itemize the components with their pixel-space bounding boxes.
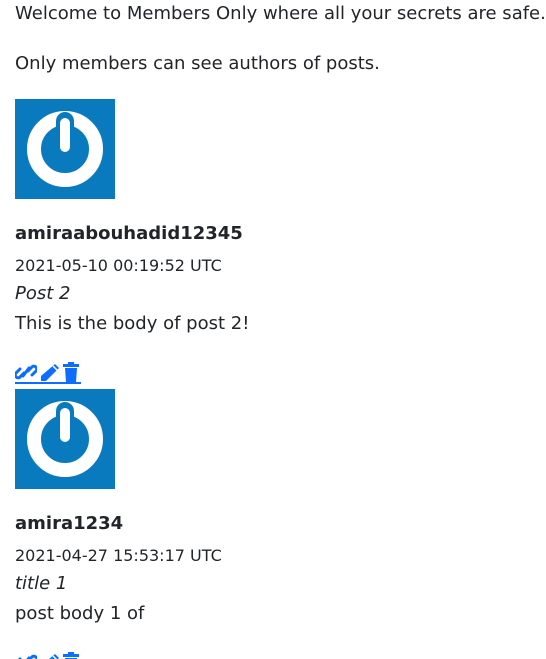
post-card: amiraabouhadid12345 2021-05-10 00:19:52 … [15,99,535,384]
post-delete-button[interactable] [61,362,81,384]
post-timestamp: 2021-04-27 15:53:17 UTC [15,546,222,565]
post-body: post body 1 of [15,603,145,624]
power-icon [27,401,103,477]
welcome-text: Welcome to Members Only where all your s… [15,3,546,24]
power-icon [27,111,103,187]
post-title: Post 2 [15,283,71,304]
post-link-button[interactable] [15,652,37,659]
avatar [15,389,115,489]
post-delete-button[interactable] [61,652,81,659]
post-edit-button[interactable] [37,652,61,659]
post-timestamp: 2021-05-10 00:19:52 UTC [15,256,222,275]
post-card: amira1234 2021-04-27 15:53:17 UTC title … [15,389,535,659]
link-icon [17,654,37,659]
post-edit-button[interactable] [37,362,61,384]
post-actions [15,652,81,659]
pencil-icon [41,364,59,381]
trash-icon [63,362,79,382]
trash-icon [63,652,79,659]
pencil-icon [49,654,59,659]
post-title: title 1 [15,573,68,594]
post-link-button[interactable] [15,362,37,384]
link-icon [15,364,37,380]
post-author: amira1234 [15,513,124,534]
avatar [15,99,115,199]
post-author: amiraabouhadid12345 [15,223,243,244]
members-note: Only members can see authors of posts. [15,53,380,74]
post-actions [15,362,81,384]
post-body: This is the body of post 2! [15,313,250,334]
